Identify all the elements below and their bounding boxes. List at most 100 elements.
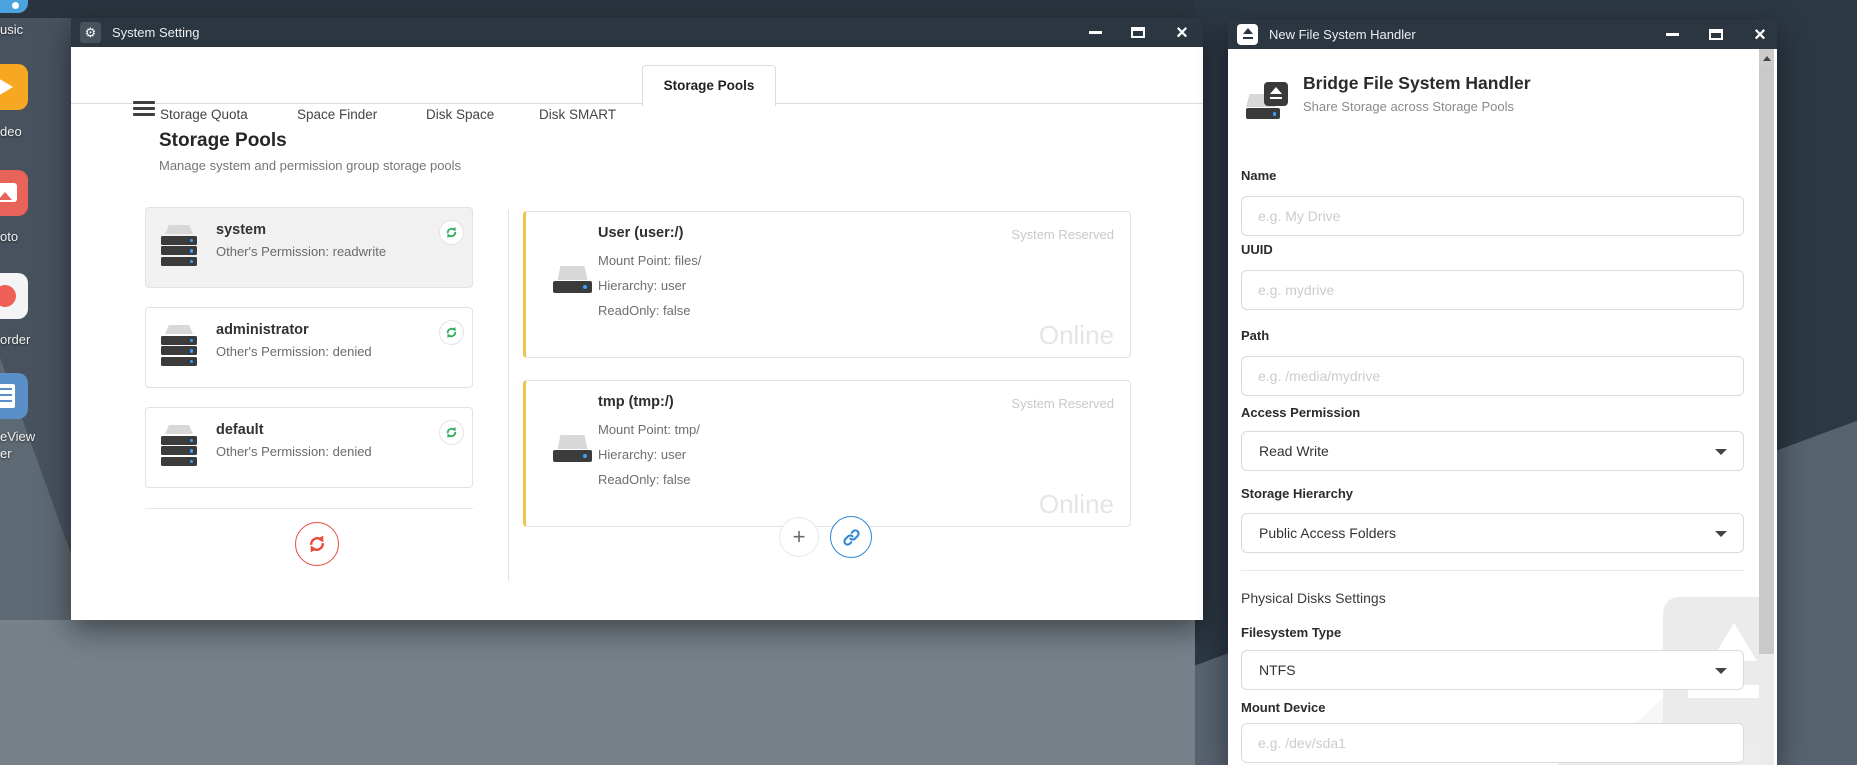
video-icon[interactable]	[0, 64, 28, 110]
desktop-icon-label[interactable]: er	[0, 446, 60, 461]
maximize-button[interactable]	[1700, 20, 1732, 49]
storage-hierarchy-value: Public Access Folders	[1259, 525, 1396, 541]
pool-name: administrator	[216, 322, 309, 338]
server-icon	[161, 425, 197, 469]
recorder-icon[interactable]	[0, 273, 28, 319]
access-permission-select[interactable]: Read Write	[1241, 431, 1744, 471]
dialog-subtitle: Share Storage across Storage Pools	[1303, 99, 1514, 114]
dialog-title: Bridge File System Handler	[1303, 73, 1531, 94]
photo-frame-icon	[0, 183, 17, 202]
link-icon	[842, 528, 861, 547]
close-button[interactable]: ×	[1744, 20, 1776, 49]
pool-item-system[interactable]: system Other's Permission: readwrite	[145, 207, 473, 288]
bridge-drive-icon	[1246, 82, 1288, 121]
desktop-icon-label[interactable]: usic	[0, 22, 60, 37]
path-label: Path	[1241, 328, 1269, 343]
music-icon[interactable]	[0, 0, 28, 13]
name-input[interactable]	[1241, 196, 1744, 236]
server-icon	[161, 325, 197, 369]
system-setting-titlebar[interactable]: ⚙ System Setting ×	[71, 18, 1203, 47]
refresh-icon	[445, 326, 458, 339]
document-icon	[0, 384, 15, 408]
chevron-down-icon	[1715, 531, 1727, 537]
mount-title: User (user:/)	[598, 225, 683, 241]
pool-name: default	[216, 422, 264, 438]
mount-hierarchy: Hierarchy: user	[598, 442, 700, 467]
tab-disk-smart[interactable]: Disk SMART	[539, 107, 616, 122]
desktop-icon-label[interactable]: deo	[0, 124, 60, 139]
desktop-icon-label[interactable]: oto	[0, 229, 60, 244]
mount-card-tmp[interactable]: tmp (tmp:/) Mount Point: tmp/ Hierarchy:…	[523, 380, 1131, 527]
divider	[1241, 570, 1744, 571]
pool-permission: Other's Permission: readwrite	[216, 244, 386, 259]
filesystem-type-select[interactable]: NTFS	[1241, 650, 1744, 690]
pool-item-administrator[interactable]: administrator Other's Permission: denied	[145, 307, 473, 388]
refresh-pool-button[interactable]	[439, 420, 464, 445]
mount-card-user[interactable]: User (user:/) Mount Point: files/ Hierar…	[523, 211, 1131, 358]
tab-bar: Storage Quota Space Finder Disk Space Di…	[71, 47, 1203, 104]
window-title: System Setting	[112, 25, 199, 40]
tab-storage-quota[interactable]: Storage Quota	[160, 107, 248, 122]
uuid-input[interactable]	[1241, 270, 1744, 310]
fileviewer-icon[interactable]	[0, 373, 28, 419]
window-title: New File System Handler	[1269, 27, 1416, 42]
close-icon: ×	[1754, 25, 1766, 45]
tab-storage-pools[interactable]: Storage Pools	[642, 65, 776, 106]
add-mount-button[interactable]: +	[779, 517, 819, 557]
mount-details: Mount Point: files/ Hierarchy: user Read…	[598, 248, 701, 323]
tab-space-finder[interactable]: Space Finder	[297, 107, 377, 122]
handler-form: Bridge File System Handler Share Storage…	[1228, 49, 1777, 765]
link-mount-button[interactable]	[830, 516, 872, 558]
maximize-icon	[1131, 27, 1145, 38]
menu-icon[interactable]	[133, 101, 155, 117]
maximize-button[interactable]	[1122, 18, 1154, 47]
path-input[interactable]	[1241, 356, 1744, 396]
refresh-pool-button[interactable]	[439, 220, 464, 245]
system-reserved-badge: System Reserved	[1011, 227, 1114, 242]
gear-icon: ⚙	[80, 22, 101, 43]
maximize-icon	[1709, 29, 1723, 40]
new-file-system-handler-window: New File System Handler × Bridge File Sy…	[1228, 20, 1777, 765]
mount-details: Mount Point: tmp/ Hierarchy: user ReadOn…	[598, 417, 700, 492]
scroll-up-button[interactable]	[1759, 49, 1774, 67]
arrow-up-icon	[1763, 56, 1771, 61]
scrollbar-thumb[interactable]	[1759, 67, 1774, 654]
refresh-pools-button[interactable]	[295, 522, 339, 566]
photo-icon[interactable]	[0, 170, 28, 216]
chevron-down-icon	[1715, 668, 1727, 674]
refresh-pool-button[interactable]	[439, 320, 464, 345]
minimize-button[interactable]	[1079, 18, 1111, 47]
minimize-button[interactable]	[1656, 20, 1688, 49]
record-dot-icon	[0, 285, 16, 307]
system-reserved-badge: System Reserved	[1011, 396, 1114, 411]
mount-readonly: ReadOnly: false	[598, 298, 701, 323]
close-button[interactable]: ×	[1166, 18, 1198, 47]
access-permission-label: Access Permission	[1241, 405, 1360, 420]
status-online: Online	[1039, 489, 1114, 520]
eject-drive-icon	[1237, 24, 1258, 45]
name-label: Name	[1241, 168, 1276, 183]
divider	[145, 508, 473, 509]
handler-titlebar[interactable]: New File System Handler ×	[1228, 20, 1777, 49]
storage-hierarchy-select[interactable]: Public Access Folders	[1241, 513, 1744, 553]
uuid-label: UUID	[1241, 242, 1273, 257]
status-online: Online	[1039, 320, 1114, 351]
physical-disks-section-title: Physical Disks Settings	[1241, 590, 1386, 606]
mount-point: Mount Point: tmp/	[598, 417, 700, 442]
filesystem-type-value: NTFS	[1259, 662, 1296, 678]
close-icon: ×	[1176, 23, 1188, 43]
mount-device-input[interactable]	[1241, 723, 1744, 763]
disk-icon	[553, 266, 592, 294]
desktop-icon-label[interactable]: eView	[0, 429, 60, 444]
system-setting-window: ⚙ System Setting × Storage Quota Space F…	[71, 18, 1203, 620]
desktop-icon-label[interactable]: order	[0, 332, 60, 347]
tab-disk-space[interactable]: Disk Space	[426, 107, 494, 122]
mount-readonly: ReadOnly: false	[598, 467, 700, 492]
scrollbar[interactable]	[1759, 49, 1774, 765]
pool-item-default[interactable]: default Other's Permission: denied	[145, 407, 473, 488]
mountain-icon	[0, 192, 12, 200]
storage-hierarchy-label: Storage Hierarchy	[1241, 486, 1353, 501]
refresh-icon	[307, 534, 327, 554]
minimize-icon	[1666, 33, 1679, 36]
wallpaper-polygon	[0, 618, 1240, 765]
